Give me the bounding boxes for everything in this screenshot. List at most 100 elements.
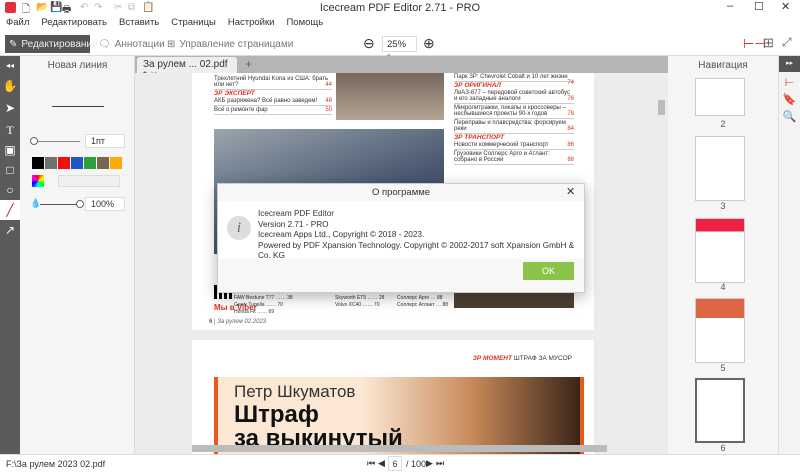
arrow-tool-icon[interactable]: ↗ [0, 220, 20, 240]
opacity-input[interactable]: 100% [85, 197, 125, 211]
line-width-select[interactable]: 1пт [85, 134, 125, 148]
maximize-button[interactable]: ☐ [754, 0, 764, 13]
window-title: Icecream PDF Editor 2.71 - PRO [319, 2, 481, 14]
opacity-handle[interactable] [76, 200, 84, 208]
zoom-select[interactable]: 25% ▾ [382, 36, 417, 60]
hand-tool-icon[interactable]: ✋ [0, 76, 20, 96]
dialog-title: О программе [371, 187, 431, 198]
first-page-button[interactable]: ⏮ [367, 458, 375, 469]
tab-document[interactable]: За рулем ... 02.pdf * ✕ [137, 57, 237, 81]
bookmark-icon[interactable]: 🔖 [779, 93, 800, 106]
fullscreen-icon[interactable]: ⤢ [782, 35, 792, 50]
annotations-label: Аннотации [114, 38, 165, 50]
menu-file[interactable]: Файл [6, 17, 29, 28]
zoom-in-button[interactable]: ⊕ [423, 35, 435, 52]
edit-mode-button[interactable]: ✎ Редактирование [5, 35, 98, 53]
width-slider[interactable] [32, 141, 80, 142]
edit-mode-label: Редактирование [21, 38, 98, 50]
right-tool-strip: ▸▸ ⊢ 🔖 🔍 [778, 56, 800, 454]
next-page-button[interactable]: ▶ [426, 458, 433, 469]
collapse-panel-icon[interactable]: ◂◂ [0, 56, 20, 76]
toc-left: Трехлетний Hyundai Kona из США: брать ил… [214, 75, 332, 115]
prev-page-button[interactable]: ◀ [378, 458, 385, 469]
menu-help[interactable]: Помощь [286, 17, 323, 28]
pencil-icon: ✎ [9, 38, 18, 50]
line-preview [52, 106, 104, 107]
close-button[interactable]: ✕ [781, 0, 790, 13]
minimize-button[interactable]: – [727, 0, 733, 12]
comment-icon: 🗨 [98, 38, 111, 50]
article-author: Петр Шкуматов [234, 382, 356, 401]
menu-pages[interactable]: Страницы [171, 17, 216, 28]
color-palette [32, 157, 123, 172]
pages-nav-icon[interactable]: ⊢ [779, 76, 800, 89]
color-swatch[interactable] [45, 157, 57, 169]
article-banner: Петр Шкуматов Штраф за выкинутый [214, 377, 584, 454]
color-swatch[interactable] [110, 157, 122, 169]
page-management-label: Управление страницами [179, 38, 294, 50]
photo-engine [336, 73, 444, 120]
page-total: / 100 [406, 459, 427, 469]
menu-insert[interactable]: Вставить [119, 17, 159, 28]
properties-panel: Новая линия 1пт 💧 100% [20, 56, 135, 454]
slider-handle[interactable] [30, 137, 38, 145]
page-number-input[interactable]: 6 [388, 456, 402, 471]
ellipse-tool-icon[interactable]: ○ [0, 180, 20, 200]
model-index-col-3: Соллерс Арго … 88 Соллерс Атлант … 88 [397, 295, 449, 308]
color-swatch[interactable] [32, 157, 44, 169]
section-header: ЗР МОМЕНТ ШТРАФ ЗА МУСОР [472, 355, 572, 362]
tool-strip: ◂◂ ✋ ➤ T ▣ □ ○ ╱ ↗ [0, 56, 20, 454]
new-tab-button[interactable]: + [245, 57, 252, 71]
line-width-value: 1пт [91, 136, 106, 146]
opacity-slider[interactable] [40, 204, 78, 205]
ok-button[interactable]: OK [523, 262, 574, 280]
title-bar: 🗋 📂 💾 🖶 ↶ ↷ ✂ ⧉ 📋 Icecream PDF Editor 2.… [0, 0, 800, 15]
annotations-button[interactable]: 🗨 Аннотации [94, 35, 169, 53]
opacity-value: 100% [91, 199, 115, 209]
model-index-col-2: Skyworth ET5 …… 28 Volvo XC40 …… 70 [335, 295, 385, 308]
thumbnail-page-4[interactable] [695, 218, 745, 283]
menu-edit[interactable]: Редактировать [41, 17, 107, 28]
color-swatch[interactable] [97, 157, 109, 169]
thumb-label: 6 [720, 443, 726, 453]
panel-title: Новая линия [47, 60, 108, 71]
dialog-text: Icecream PDF Editor Version 2.71 - PRO Ice… [258, 209, 575, 260]
toc-entry: АКБ разряжена? Всё равно заведем! 48 [214, 98, 332, 106]
color-swatch[interactable] [84, 157, 96, 169]
thumb-label: 4 [720, 282, 726, 292]
select-arrow-icon[interactable]: ➤ [0, 98, 20, 118]
color-swatch[interactable] [58, 157, 70, 169]
thumbnail-page-2[interactable] [695, 78, 745, 116]
vertical-scrollbar[interactable] [658, 100, 665, 115]
grid-view-icon[interactable]: ⊞ [763, 35, 774, 51]
image-tool-icon[interactable]: ▣ [0, 140, 20, 160]
thumbnail-page-5[interactable] [695, 298, 745, 363]
line-tool-icon[interactable]: ╱ [0, 200, 20, 220]
thumb-label: 5 [720, 363, 726, 373]
menu-bar: Файл Редактировать Вставить Страницы Нас… [0, 14, 800, 30]
thumbnail-page-6-selected[interactable] [695, 378, 745, 443]
model-index-col-1: FAW Bestune T77 …… 38 Geely Tugella …… 7… [234, 295, 293, 315]
dialog-close-button[interactable]: ✕ [566, 185, 575, 198]
toc-entry: Всё о ремонте фар 50 [214, 107, 332, 115]
navigation-panel: Навигация 2 3 4 5 6 [668, 56, 778, 454]
last-page-button[interactable]: ⏭ [436, 458, 444, 469]
color-swatch[interactable] [71, 157, 83, 169]
rectangle-tool-icon[interactable]: □ [0, 160, 20, 180]
text-tool-icon[interactable]: T [0, 120, 20, 140]
page-management-button[interactable]: ⊞ Управление страницами [163, 35, 297, 53]
search-icon[interactable]: 🔍 [779, 110, 800, 123]
custom-color-icon[interactable] [32, 175, 44, 187]
zoom-out-button[interactable]: ⊖ [363, 35, 375, 52]
thumb-label: 3 [720, 201, 726, 211]
document-tabs: За рулем ... 02.pdf * ✕ + [135, 56, 668, 81]
pdf-page-7: ЗР МОМЕНТ ШТРАФ ЗА МУСОР Петр Шкуматов Ш… [192, 340, 594, 454]
menu-settings[interactable]: Настройки [228, 17, 275, 28]
horizontal-scrollbar[interactable] [192, 445, 607, 452]
thumbnail-page-3[interactable] [695, 136, 745, 201]
info-icon: i [227, 216, 251, 240]
about-dialog: О программе ✕ i Icecream PDF Editor Versi… [217, 183, 585, 293]
toolbar: ✎ Редактирование 🗨 Аннотации ⊞ Управление с… [0, 32, 800, 60]
expand-panel-icon[interactable]: ▸▸ [779, 56, 800, 72]
toc-right: Парк ЗР: Chevrolet Cobalt и 10 лет жизни… [454, 74, 574, 165]
